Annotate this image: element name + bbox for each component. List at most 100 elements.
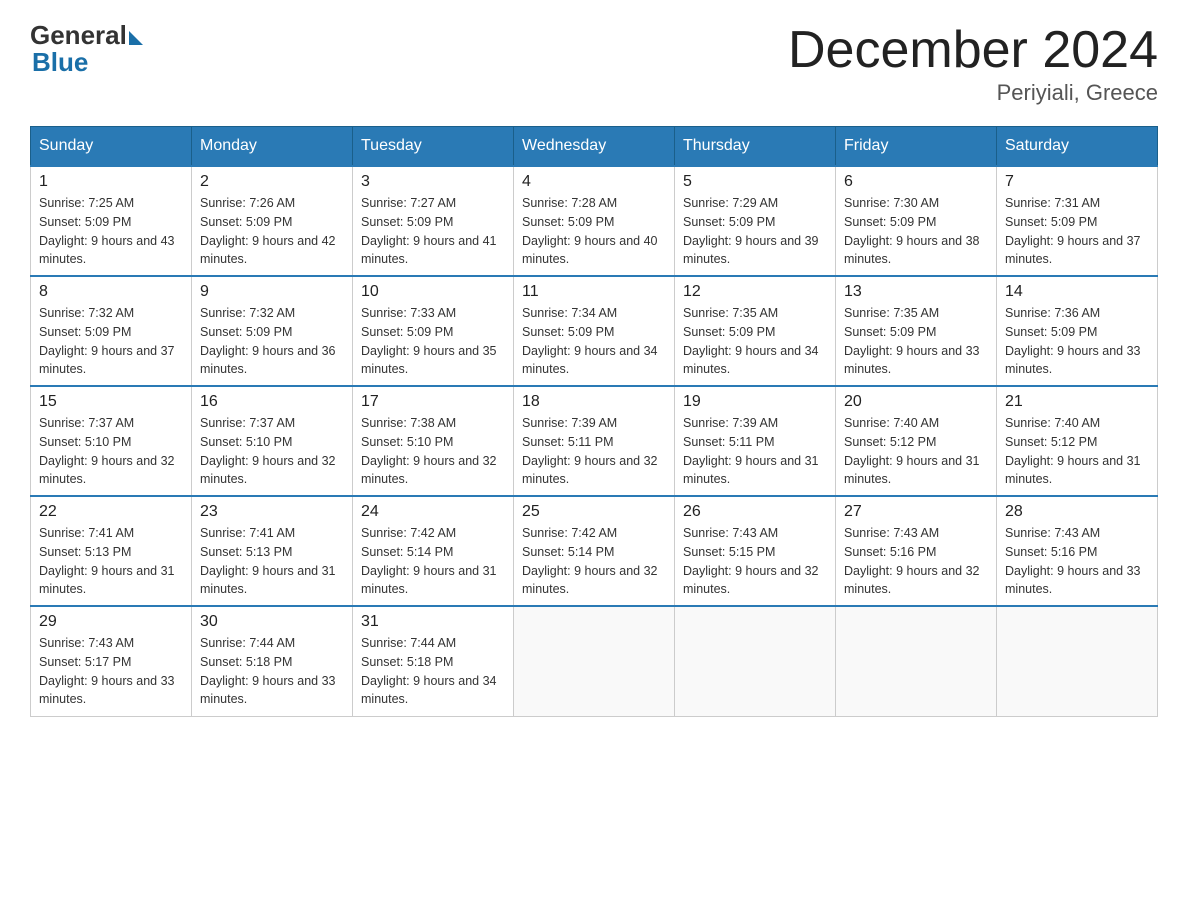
day-number: 1 — [39, 173, 183, 191]
week-row-5: 29 Sunrise: 7:43 AMSunset: 5:17 PMDaylig… — [31, 606, 1158, 716]
table-row: 15 Sunrise: 7:37 AMSunset: 5:10 PMDaylig… — [31, 386, 192, 496]
day-info: Sunrise: 7:43 AMSunset: 5:15 PMDaylight:… — [683, 524, 827, 599]
header-thursday: Thursday — [675, 127, 836, 167]
table-row: 3 Sunrise: 7:27 AMSunset: 5:09 PMDayligh… — [353, 166, 514, 276]
day-info: Sunrise: 7:39 AMSunset: 5:11 PMDaylight:… — [683, 414, 827, 489]
day-number: 12 — [683, 283, 827, 301]
table-row: 17 Sunrise: 7:38 AMSunset: 5:10 PMDaylig… — [353, 386, 514, 496]
day-info: Sunrise: 7:44 AMSunset: 5:18 PMDaylight:… — [200, 634, 344, 709]
day-info: Sunrise: 7:38 AMSunset: 5:10 PMDaylight:… — [361, 414, 505, 489]
title-area: December 2024 Periyiali, Greece — [788, 20, 1158, 106]
day-info: Sunrise: 7:32 AMSunset: 5:09 PMDaylight:… — [200, 304, 344, 379]
table-row: 14 Sunrise: 7:36 AMSunset: 5:09 PMDaylig… — [997, 276, 1158, 386]
header-sunday: Sunday — [31, 127, 192, 167]
logo-arrow-icon — [129, 31, 143, 45]
table-row: 7 Sunrise: 7:31 AMSunset: 5:09 PMDayligh… — [997, 166, 1158, 276]
calendar-table: Sunday Monday Tuesday Wednesday Thursday… — [30, 126, 1158, 717]
day-info: Sunrise: 7:36 AMSunset: 5:09 PMDaylight:… — [1005, 304, 1149, 379]
table-row — [997, 606, 1158, 716]
day-info: Sunrise: 7:42 AMSunset: 5:14 PMDaylight:… — [361, 524, 505, 599]
day-header-row: Sunday Monday Tuesday Wednesday Thursday… — [31, 127, 1158, 167]
day-number: 13 — [844, 283, 988, 301]
day-number: 4 — [522, 173, 666, 191]
table-row: 18 Sunrise: 7:39 AMSunset: 5:11 PMDaylig… — [514, 386, 675, 496]
table-row — [675, 606, 836, 716]
day-info: Sunrise: 7:40 AMSunset: 5:12 PMDaylight:… — [844, 414, 988, 489]
table-row: 25 Sunrise: 7:42 AMSunset: 5:14 PMDaylig… — [514, 496, 675, 606]
table-row: 2 Sunrise: 7:26 AMSunset: 5:09 PMDayligh… — [192, 166, 353, 276]
day-number: 26 — [683, 503, 827, 521]
day-number: 31 — [361, 613, 505, 631]
day-number: 19 — [683, 393, 827, 411]
day-info: Sunrise: 7:37 AMSunset: 5:10 PMDaylight:… — [39, 414, 183, 489]
day-number: 2 — [200, 173, 344, 191]
day-number: 15 — [39, 393, 183, 411]
table-row — [514, 606, 675, 716]
day-info: Sunrise: 7:43 AMSunset: 5:17 PMDaylight:… — [39, 634, 183, 709]
day-info: Sunrise: 7:43 AMSunset: 5:16 PMDaylight:… — [1005, 524, 1149, 599]
table-row: 20 Sunrise: 7:40 AMSunset: 5:12 PMDaylig… — [836, 386, 997, 496]
day-number: 20 — [844, 393, 988, 411]
day-info: Sunrise: 7:34 AMSunset: 5:09 PMDaylight:… — [522, 304, 666, 379]
table-row: 26 Sunrise: 7:43 AMSunset: 5:15 PMDaylig… — [675, 496, 836, 606]
day-info: Sunrise: 7:31 AMSunset: 5:09 PMDaylight:… — [1005, 194, 1149, 269]
table-row: 22 Sunrise: 7:41 AMSunset: 5:13 PMDaylig… — [31, 496, 192, 606]
day-number: 29 — [39, 613, 183, 631]
location: Periyiali, Greece — [788, 80, 1158, 106]
day-info: Sunrise: 7:28 AMSunset: 5:09 PMDaylight:… — [522, 194, 666, 269]
table-row: 31 Sunrise: 7:44 AMSunset: 5:18 PMDaylig… — [353, 606, 514, 716]
day-info: Sunrise: 7:43 AMSunset: 5:16 PMDaylight:… — [844, 524, 988, 599]
day-info: Sunrise: 7:30 AMSunset: 5:09 PMDaylight:… — [844, 194, 988, 269]
day-info: Sunrise: 7:35 AMSunset: 5:09 PMDaylight:… — [844, 304, 988, 379]
table-row: 19 Sunrise: 7:39 AMSunset: 5:11 PMDaylig… — [675, 386, 836, 496]
table-row: 16 Sunrise: 7:37 AMSunset: 5:10 PMDaylig… — [192, 386, 353, 496]
day-number: 28 — [1005, 503, 1149, 521]
week-row-4: 22 Sunrise: 7:41 AMSunset: 5:13 PMDaylig… — [31, 496, 1158, 606]
day-info: Sunrise: 7:27 AMSunset: 5:09 PMDaylight:… — [361, 194, 505, 269]
page-header: General Blue December 2024 Periyiali, Gr… — [30, 20, 1158, 106]
week-row-1: 1 Sunrise: 7:25 AMSunset: 5:09 PMDayligh… — [31, 166, 1158, 276]
day-number: 24 — [361, 503, 505, 521]
table-row: 23 Sunrise: 7:41 AMSunset: 5:13 PMDaylig… — [192, 496, 353, 606]
table-row: 30 Sunrise: 7:44 AMSunset: 5:18 PMDaylig… — [192, 606, 353, 716]
day-info: Sunrise: 7:42 AMSunset: 5:14 PMDaylight:… — [522, 524, 666, 599]
table-row: 24 Sunrise: 7:42 AMSunset: 5:14 PMDaylig… — [353, 496, 514, 606]
day-number: 10 — [361, 283, 505, 301]
table-row: 4 Sunrise: 7:28 AMSunset: 5:09 PMDayligh… — [514, 166, 675, 276]
day-number: 14 — [1005, 283, 1149, 301]
day-info: Sunrise: 7:33 AMSunset: 5:09 PMDaylight:… — [361, 304, 505, 379]
day-number: 16 — [200, 393, 344, 411]
header-saturday: Saturday — [997, 127, 1158, 167]
table-row: 12 Sunrise: 7:35 AMSunset: 5:09 PMDaylig… — [675, 276, 836, 386]
table-row: 28 Sunrise: 7:43 AMSunset: 5:16 PMDaylig… — [997, 496, 1158, 606]
table-row: 29 Sunrise: 7:43 AMSunset: 5:17 PMDaylig… — [31, 606, 192, 716]
table-row: 1 Sunrise: 7:25 AMSunset: 5:09 PMDayligh… — [31, 166, 192, 276]
day-number: 5 — [683, 173, 827, 191]
day-number: 27 — [844, 503, 988, 521]
table-row: 8 Sunrise: 7:32 AMSunset: 5:09 PMDayligh… — [31, 276, 192, 386]
table-row: 21 Sunrise: 7:40 AMSunset: 5:12 PMDaylig… — [997, 386, 1158, 496]
day-info: Sunrise: 7:35 AMSunset: 5:09 PMDaylight:… — [683, 304, 827, 379]
table-row: 10 Sunrise: 7:33 AMSunset: 5:09 PMDaylig… — [353, 276, 514, 386]
table-row: 5 Sunrise: 7:29 AMSunset: 5:09 PMDayligh… — [675, 166, 836, 276]
week-row-2: 8 Sunrise: 7:32 AMSunset: 5:09 PMDayligh… — [31, 276, 1158, 386]
day-number: 23 — [200, 503, 344, 521]
logo: General Blue — [30, 20, 145, 78]
table-row: 13 Sunrise: 7:35 AMSunset: 5:09 PMDaylig… — [836, 276, 997, 386]
day-number: 8 — [39, 283, 183, 301]
table-row: 9 Sunrise: 7:32 AMSunset: 5:09 PMDayligh… — [192, 276, 353, 386]
day-number: 9 — [200, 283, 344, 301]
month-title: December 2024 — [788, 20, 1158, 80]
header-monday: Monday — [192, 127, 353, 167]
header-wednesday: Wednesday — [514, 127, 675, 167]
day-number: 25 — [522, 503, 666, 521]
day-info: Sunrise: 7:29 AMSunset: 5:09 PMDaylight:… — [683, 194, 827, 269]
header-tuesday: Tuesday — [353, 127, 514, 167]
day-number: 30 — [200, 613, 344, 631]
day-info: Sunrise: 7:39 AMSunset: 5:11 PMDaylight:… — [522, 414, 666, 489]
logo-blue-text: Blue — [32, 47, 88, 78]
day-info: Sunrise: 7:41 AMSunset: 5:13 PMDaylight:… — [39, 524, 183, 599]
day-info: Sunrise: 7:32 AMSunset: 5:09 PMDaylight:… — [39, 304, 183, 379]
day-number: 18 — [522, 393, 666, 411]
day-number: 22 — [39, 503, 183, 521]
